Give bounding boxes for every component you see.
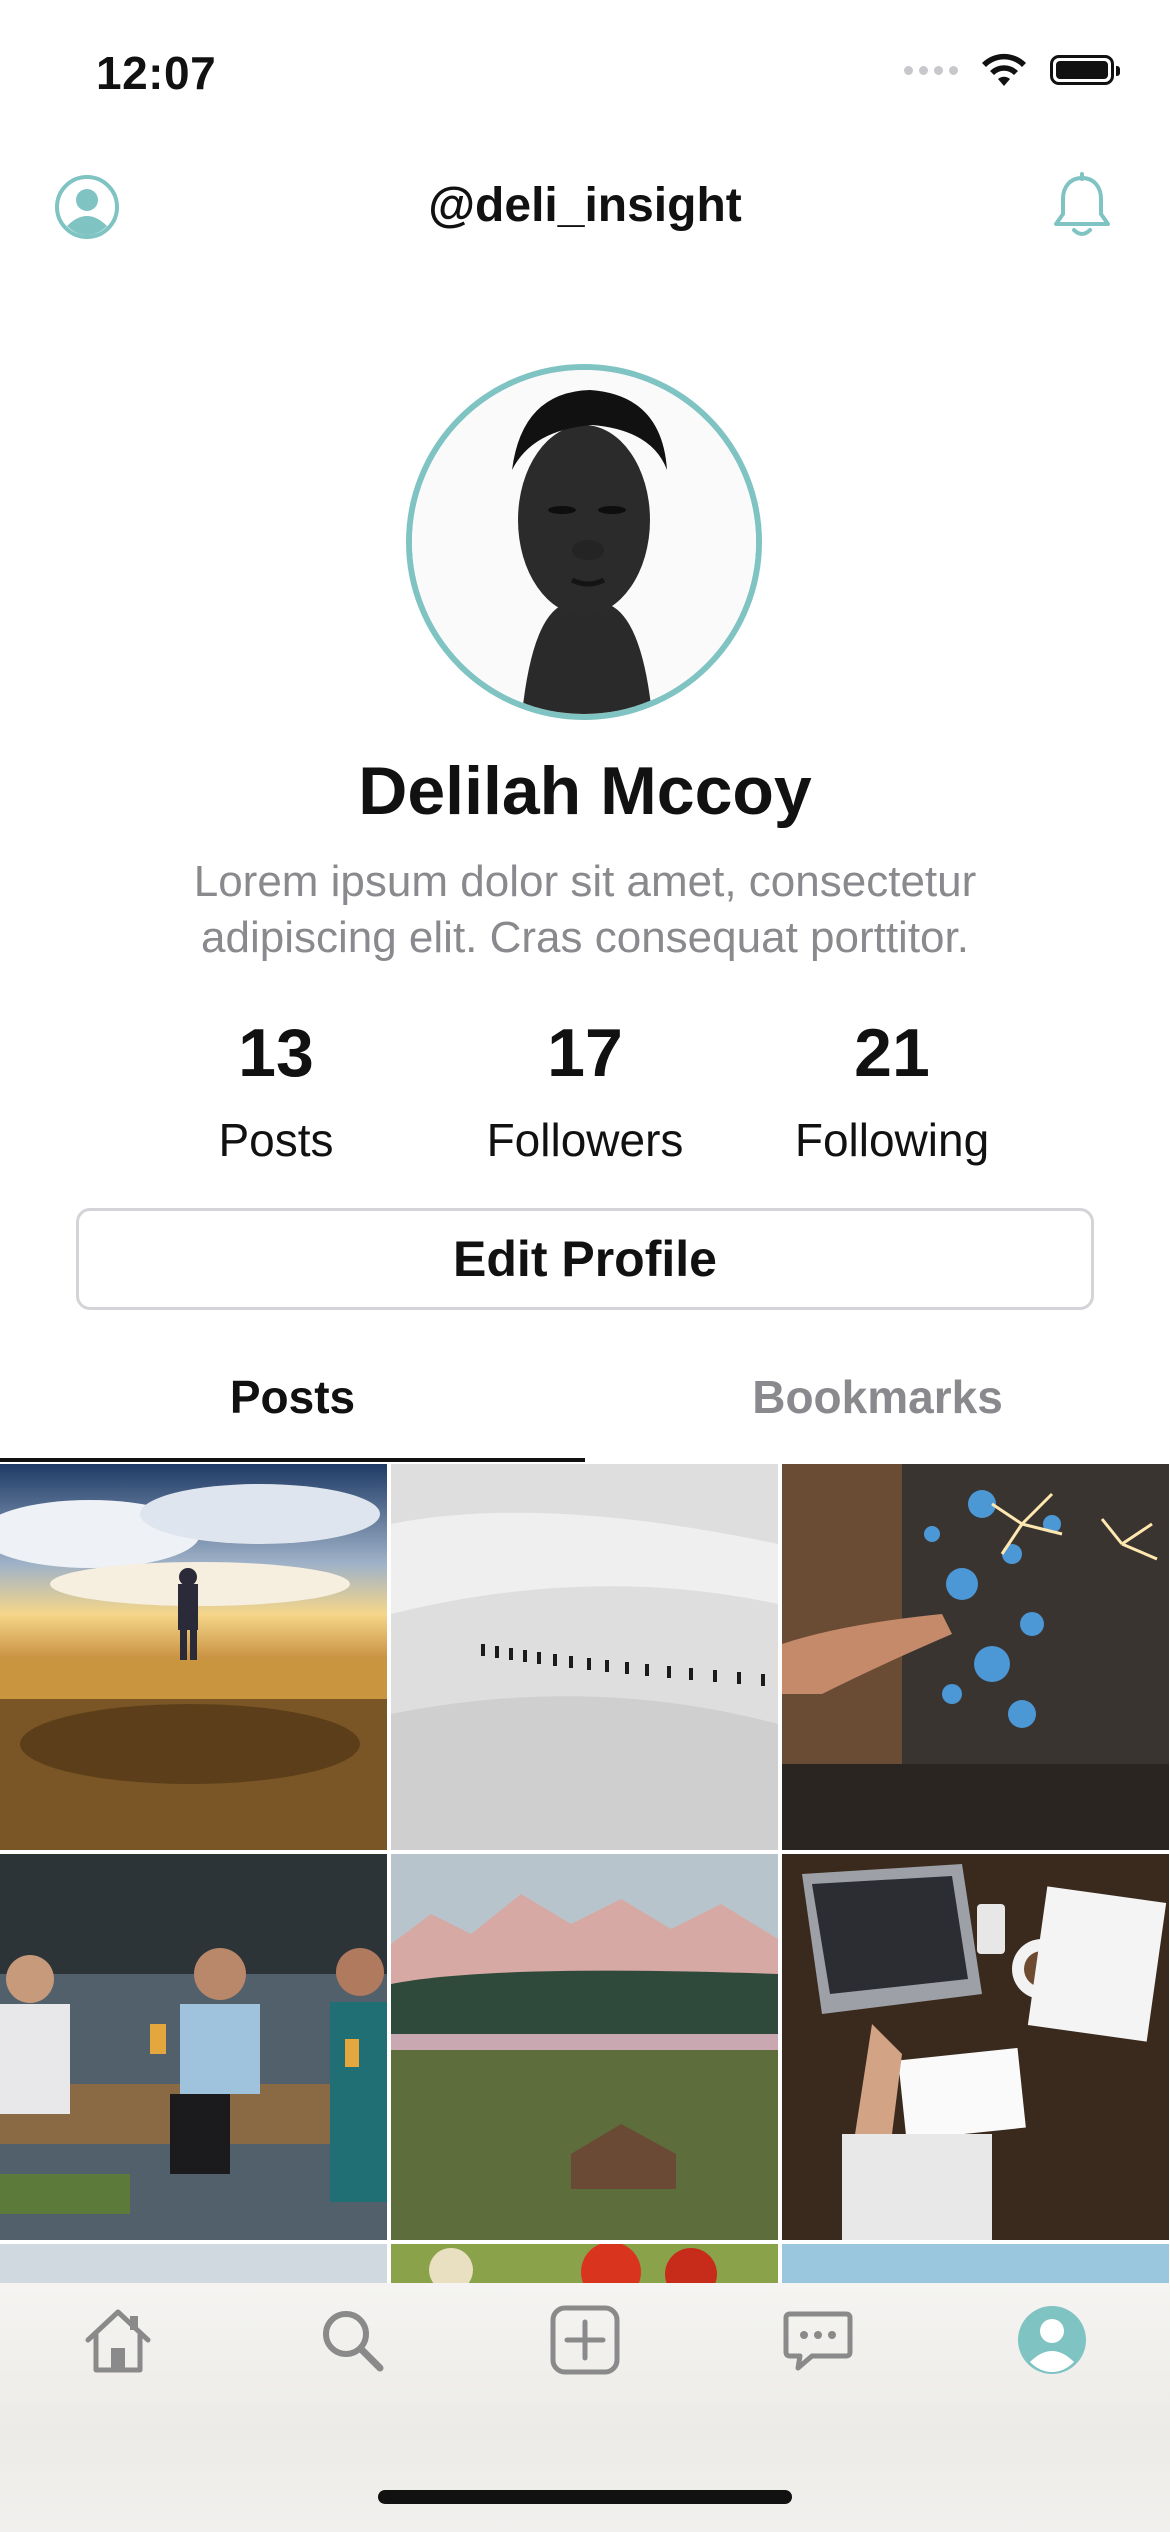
posts-grid [0,1464,1170,2284]
wifi-icon [982,53,1026,86]
mountain-lake-image [391,1854,778,2240]
post-thumbnail[interactable] [391,1854,778,2240]
edit-profile-button[interactable]: Edit Profile [76,1208,1094,1310]
stat-following[interactable]: 21 Following [742,1008,1042,1176]
profile-icon[interactable] [1012,2300,1092,2380]
post-thumbnail[interactable] [782,1464,1169,1850]
post-thumbnail[interactable] [0,1854,387,2240]
stat-value: 13 [238,1015,314,1091]
post-thumbnail[interactable] [391,1464,778,1850]
stat-value: 21 [854,1015,930,1091]
tab-bookmarks[interactable]: Bookmarks [585,1370,1170,1462]
status-time: 12:07 [96,47,217,99]
battery-icon [1050,55,1120,85]
profile-avatar [406,364,762,720]
page-title: @deli_insight [428,179,742,232]
stat-value: 17 [547,1015,623,1091]
post-thumbnail[interactable] [0,2244,387,2284]
home-icon[interactable] [78,2300,158,2380]
status-icons [904,52,1120,88]
friends-bar-image [0,1854,387,2240]
chat-icon[interactable] [778,2300,858,2380]
profile-bio: Lorem ipsum dolor sit amet, consectetur … [193,857,977,962]
post-thumbnail[interactable] [782,2244,1169,2284]
post-thumbnail[interactable] [782,1854,1169,2240]
add-post-icon[interactable] [545,2300,625,2380]
post-thumbnail[interactable] [391,2244,778,2284]
signal-icon [904,65,958,75]
notifications-bell-icon[interactable] [1050,172,1114,242]
portrait-image [412,370,756,714]
stat-label: Posts [218,1114,334,1166]
tab-posts[interactable]: Posts [0,1370,585,1462]
beach-sunset-image [0,1464,387,1850]
stat-followers[interactable]: 17 Followers [435,1008,735,1176]
post-thumbnail[interactable] [0,1464,387,1850]
home-indicator [378,2490,792,2504]
laptop-coffee-image [782,1854,1169,2240]
stat-label: Followers [486,1114,684,1166]
stat-posts[interactable]: 13 Posts [126,1008,426,1176]
stat-label: Following [794,1114,990,1166]
sparklers-image [782,1464,1169,1850]
snow-hikers-image [391,1464,778,1850]
vegetables-image [391,2244,778,2284]
search-icon[interactable] [312,2300,392,2380]
profile-name: Delilah Mccoy [358,753,812,829]
